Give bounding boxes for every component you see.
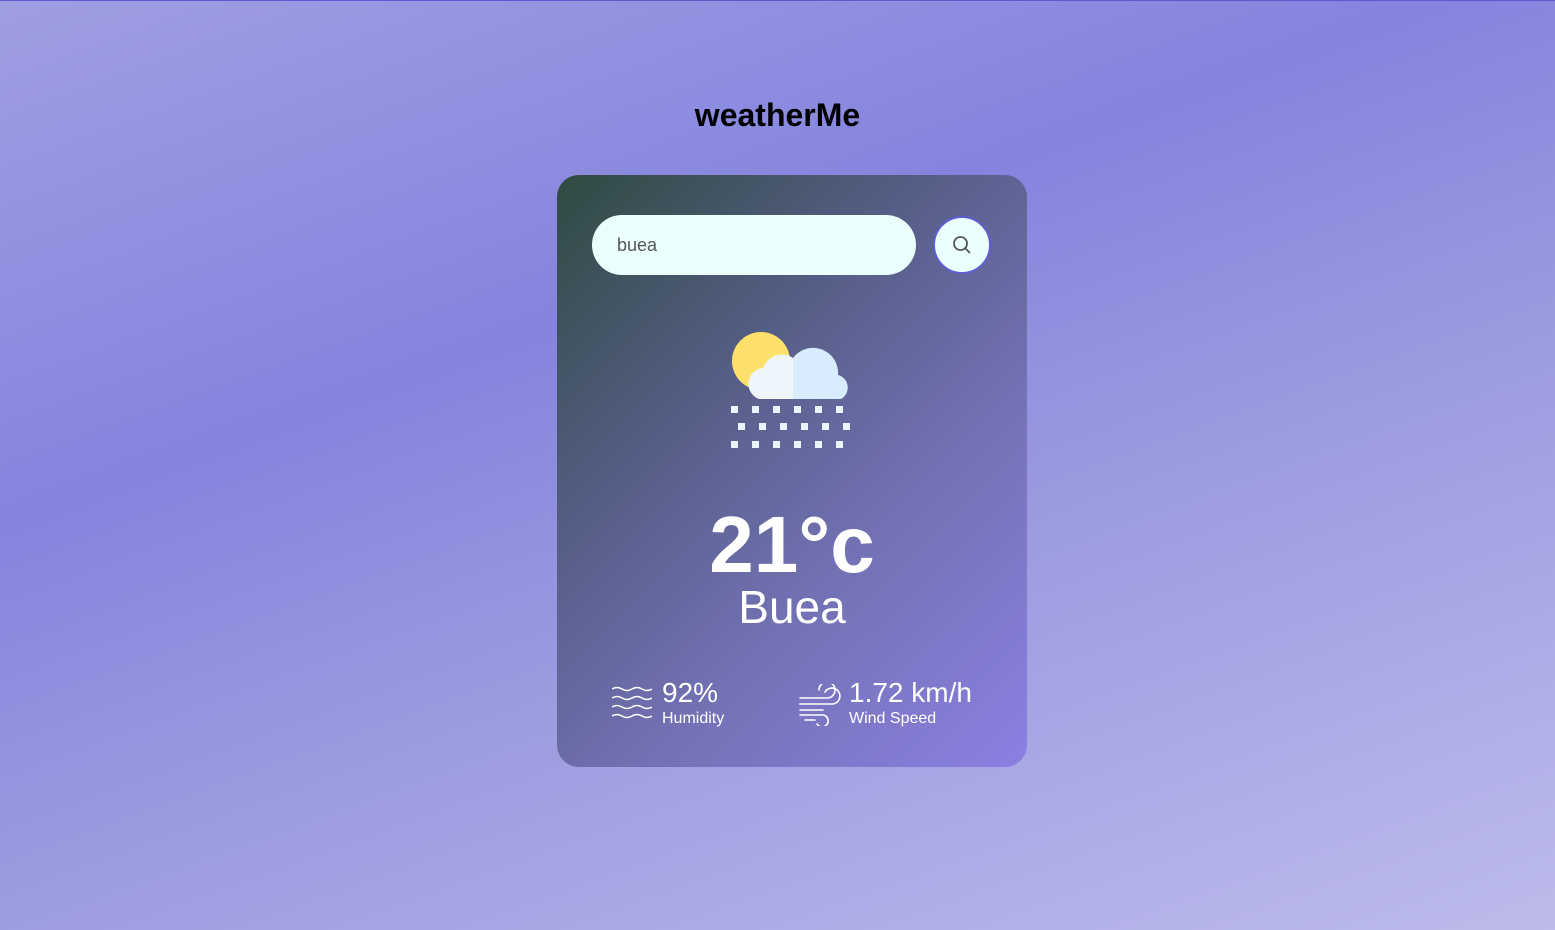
humidity-label: Humidity xyxy=(662,710,725,727)
humidity-value: 92% xyxy=(662,677,719,708)
search-icon xyxy=(953,236,971,254)
search-input[interactable] xyxy=(592,215,916,275)
city-name: Buea xyxy=(738,581,846,633)
wind-icon xyxy=(799,684,841,726)
temperature: 21°c xyxy=(709,500,875,589)
app-title: weatherMe xyxy=(694,97,861,133)
humidity-icon xyxy=(612,686,652,719)
weather-card: 21°c Buea 92% Humidity 1.72 km/h Wind Sp… xyxy=(557,175,1027,767)
wind-value: 1.72 km/h xyxy=(849,677,972,708)
wind-label: Wind Speed xyxy=(849,710,937,727)
search-button[interactable] xyxy=(933,216,991,274)
snow-sun-cloud-icon xyxy=(731,332,850,448)
